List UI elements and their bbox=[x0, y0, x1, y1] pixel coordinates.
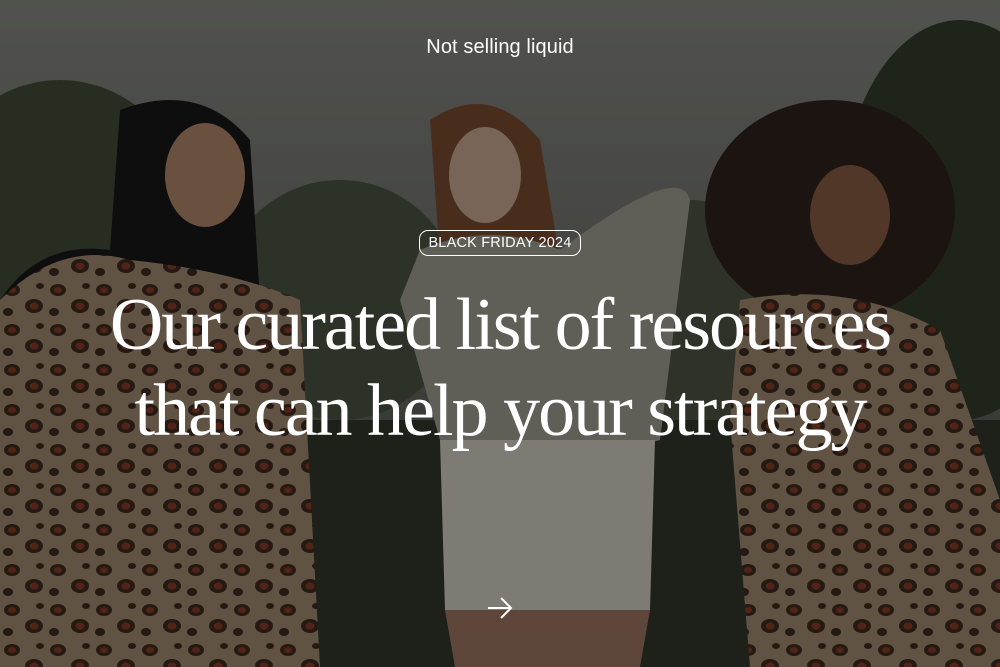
next-button[interactable] bbox=[480, 588, 520, 628]
event-badge: BLACK FRIDAY 2024 bbox=[419, 230, 581, 256]
headline-line-1: Our curated list of resources bbox=[109, 284, 892, 366]
brand-name[interactable]: Not selling liquid bbox=[0, 36, 1000, 59]
hero-section: Not selling liquid BLACK FRIDAY 2024 Our… bbox=[0, 0, 1000, 667]
hero-headline: Our curated list of resources that can h… bbox=[0, 282, 1000, 454]
headline-line-2: that can help your strategy bbox=[134, 370, 868, 452]
badge-container: BLACK FRIDAY 2024 bbox=[0, 230, 1000, 256]
arrow-right-icon bbox=[488, 597, 513, 619]
